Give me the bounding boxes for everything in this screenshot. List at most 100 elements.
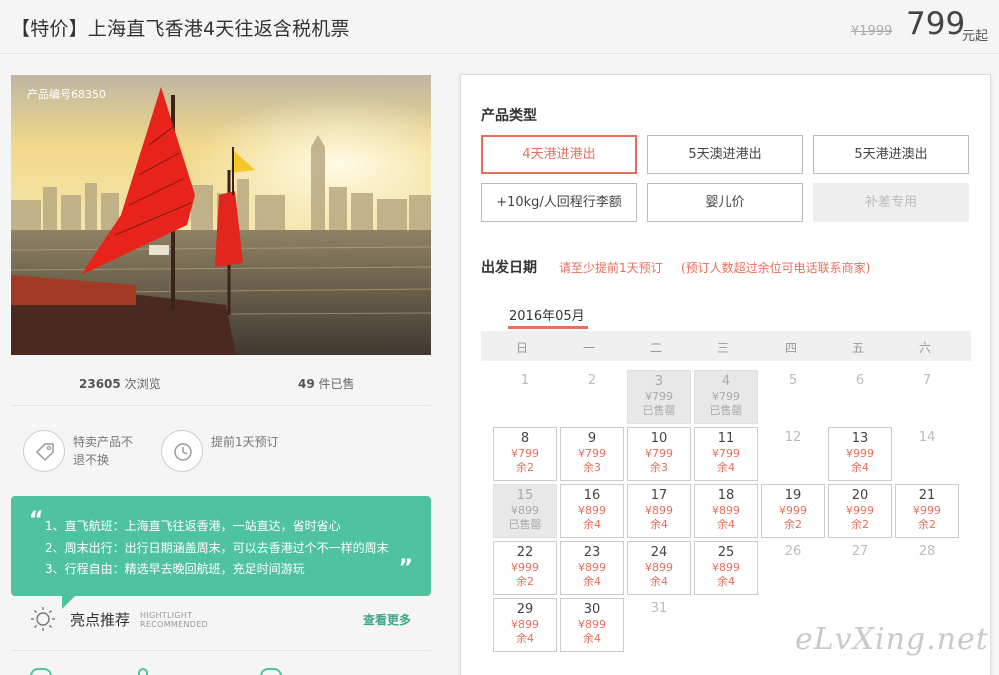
month-tab[interactable]: 2016年05月 bbox=[509, 305, 585, 324]
advance-booking-notice: 请至少提前1天预订 bbox=[559, 261, 663, 275]
calendar-day-status: 余4 bbox=[650, 575, 668, 588]
calendar-day-number: 8 bbox=[520, 431, 530, 446]
views-count: 23605 bbox=[79, 377, 121, 391]
calendar-day-13[interactable]: 13 ¥999 余4 bbox=[828, 427, 892, 481]
calendar-day-29[interactable]: 29 ¥899 余4 bbox=[493, 598, 557, 652]
calendar-day-18[interactable]: 18 ¥899 余4 bbox=[694, 484, 758, 538]
calendar-day-22[interactable]: 22 ¥999 余2 bbox=[493, 541, 557, 595]
calendar-day-price: ¥799 bbox=[511, 447, 539, 460]
option-infant-price[interactable]: 婴儿价 bbox=[647, 183, 803, 222]
option-extra-luggage[interactable]: +10kg/人回程行李额 bbox=[481, 183, 637, 222]
highlights-title: 亮点推荐 bbox=[70, 611, 131, 629]
calendar-day-number: 18 bbox=[717, 488, 735, 503]
calendar-day-status: 余4 bbox=[516, 632, 534, 645]
calendar-day-price: ¥999 bbox=[779, 504, 807, 517]
calendar-day-price: ¥999 bbox=[846, 447, 874, 460]
calendar-day-24[interactable]: 24 ¥899 余4 bbox=[627, 541, 691, 595]
calendar-day-price: ¥999 bbox=[913, 504, 941, 517]
calendar-day-status: 余4 bbox=[650, 518, 668, 531]
product-type-title: 产品类型 bbox=[481, 108, 537, 124]
product-code: 产品编号68350 bbox=[27, 88, 106, 101]
calendar-day-number: 7 bbox=[922, 373, 932, 388]
bottom-icon-row bbox=[30, 668, 430, 675]
watermark: eLvXing.net bbox=[795, 622, 989, 657]
calendar-day-6: 6 bbox=[828, 370, 892, 424]
cropped-icon bbox=[260, 668, 282, 675]
calendar-day-price: ¥899 bbox=[645, 504, 673, 517]
option-5day-macau-hk[interactable]: 5天澳进港出 bbox=[647, 135, 803, 174]
calendar-day-11[interactable]: 11 ¥799 余4 bbox=[694, 427, 758, 481]
calendar-day-7: 7 bbox=[895, 370, 959, 424]
product-page: 【特价】上海直飞香港4天往返含税机票 ¥1999 799 元起 产品编号6835… bbox=[0, 0, 999, 675]
calendar-day-number: 24 bbox=[650, 545, 668, 560]
calendar-day-status: 余4 bbox=[583, 632, 601, 645]
calendar-day-price: ¥899 bbox=[578, 561, 606, 574]
calendar-day-25[interactable]: 25 ¥899 余4 bbox=[694, 541, 758, 595]
calendar-day-price: ¥899 bbox=[645, 561, 673, 574]
calendar-day-status: 余2 bbox=[851, 518, 869, 531]
highlights-box-pointer bbox=[62, 595, 76, 609]
calendar-day-number: 14 bbox=[918, 430, 936, 445]
calendar-day-23[interactable]: 23 ¥899 余4 bbox=[560, 541, 624, 595]
calendar-day-number: 17 bbox=[650, 488, 668, 503]
calendar-day-9[interactable]: 9 ¥799 余3 bbox=[560, 427, 624, 481]
calendar-day-number: 12 bbox=[784, 430, 802, 445]
calendar-day-status: 余3 bbox=[583, 461, 601, 474]
calendar-day-number: 29 bbox=[516, 602, 534, 617]
calendar-day-number: 13 bbox=[851, 431, 869, 446]
current-price: 799 bbox=[906, 6, 966, 42]
calendar-day-10[interactable]: 10 ¥799 余3 bbox=[627, 427, 691, 481]
calendar-day-8[interactable]: 8 ¥799 余2 bbox=[493, 427, 557, 481]
calendar-day-status: 余2 bbox=[516, 461, 534, 474]
calendar-day-number: 11 bbox=[717, 431, 735, 446]
calendar-day-status: 余2 bbox=[918, 518, 936, 531]
calendar-day-price: ¥899 bbox=[712, 561, 740, 574]
weekday-label: 四 bbox=[784, 341, 797, 355]
product-title: 【特价】上海直飞香港4天往返含税机票 bbox=[11, 18, 350, 40]
sold-label: 件已售 bbox=[318, 377, 355, 391]
quote-close-icon: ” bbox=[398, 556, 413, 581]
junk-boat-harbor-image bbox=[11, 75, 431, 355]
departure-date-title: 出发日期 bbox=[481, 260, 537, 276]
highlights-box: “ 1、直飞航班：上海直飞往返香港，一站直达，省时省心 2、周末出行：出行日期涵… bbox=[11, 496, 431, 596]
calendar-day-status: 余4 bbox=[717, 461, 735, 474]
calendar-day-price: ¥899 bbox=[511, 504, 539, 517]
sold-stat: 49 件已售 bbox=[298, 375, 355, 392]
calendar-day-status: 余4 bbox=[717, 575, 735, 588]
calendar-day-16[interactable]: 16 ¥899 余4 bbox=[560, 484, 624, 538]
calendar-day-number: 27 bbox=[851, 544, 869, 559]
calendar-day-2: 2 bbox=[560, 370, 624, 424]
view-more-link[interactable]: 查看更多 bbox=[363, 611, 411, 628]
calendar-day-19[interactable]: 19 ¥999 余2 bbox=[761, 484, 825, 538]
calendar-day-4: 4 ¥799 已售罄 bbox=[694, 370, 758, 424]
calendar-day-number: 19 bbox=[784, 488, 802, 503]
sold-count: 49 bbox=[298, 377, 315, 391]
calendar-day-number: 5 bbox=[788, 373, 798, 388]
calendar-day-status: 余3 bbox=[650, 461, 668, 474]
calendar-day-21[interactable]: 21 ¥999 余2 bbox=[895, 484, 959, 538]
calendar-day-26: 26 bbox=[761, 541, 825, 595]
option-5day-hk-macau[interactable]: 5天港进澳出 bbox=[813, 135, 969, 174]
highlight-line: 2、周末出行：出行日期涵盖周末，可以去香港过个不一样的周末 bbox=[45, 541, 389, 555]
calendar-day-number: 30 bbox=[583, 602, 601, 617]
calendar-day-27: 27 bbox=[828, 541, 892, 595]
tag-icon bbox=[23, 430, 65, 472]
calendar-day-30[interactable]: 30 ¥899 余4 bbox=[560, 598, 624, 652]
calendar-day-17[interactable]: 17 ¥899 余4 bbox=[627, 484, 691, 538]
weekday-header: 日 一 二 三 四 五 六 bbox=[481, 331, 971, 361]
calendar-day-number: 21 bbox=[918, 488, 936, 503]
option-price-difference: 补差专用 bbox=[813, 183, 969, 222]
calendar-day-status: 余4 bbox=[851, 461, 869, 474]
feature-text: 提前1天预订 bbox=[211, 435, 279, 449]
clock-icon bbox=[161, 430, 203, 472]
option-4day-hk-hk[interactable]: 4天港进港出 bbox=[481, 135, 637, 174]
calendar-day-status: 余2 bbox=[516, 575, 534, 588]
views-stat: 23605 次浏览 bbox=[79, 375, 161, 392]
calendar-day-20[interactable]: 20 ¥999 余2 bbox=[828, 484, 892, 538]
calendar-day-status: 余4 bbox=[583, 518, 601, 531]
calendar-day-status: 余4 bbox=[717, 518, 735, 531]
calendar-day-price: ¥899 bbox=[712, 504, 740, 517]
calendar-day-number: 31 bbox=[650, 601, 668, 616]
calendar-day-price: ¥799 bbox=[712, 447, 740, 460]
weekday-label: 日 bbox=[515, 341, 528, 355]
